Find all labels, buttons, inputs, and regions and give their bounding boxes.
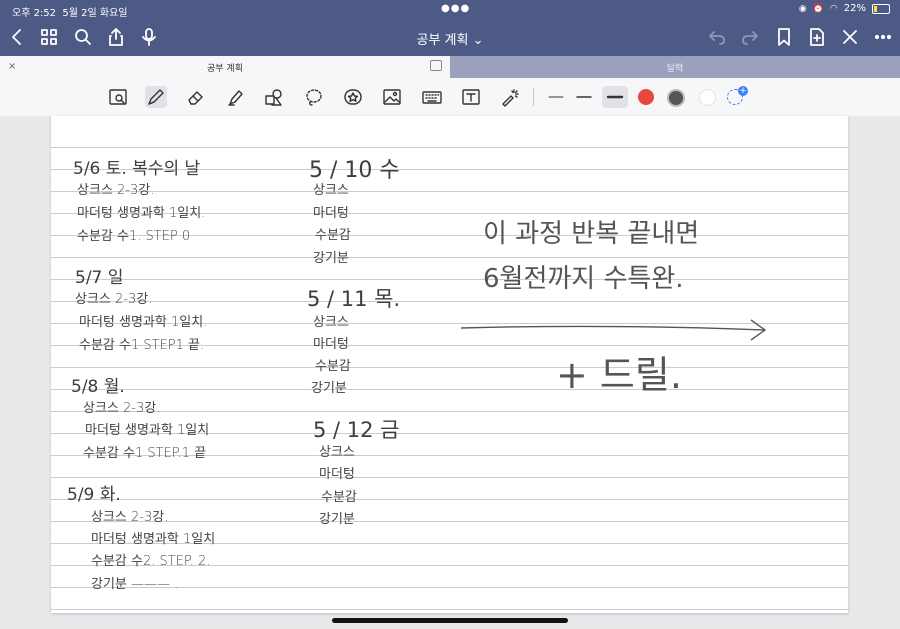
note-line: 마더텅 (313, 206, 349, 221)
battery-icon (872, 3, 890, 14)
split-view-icon[interactable] (430, 60, 442, 71)
note-line: 마더텅 생명과학 1일치 (91, 532, 216, 547)
note-line: 상크스 (319, 445, 355, 460)
eraser-icon[interactable] (185, 86, 207, 108)
note-line: 수분감 (315, 228, 351, 243)
sticker-icon[interactable] (342, 86, 364, 108)
status-bar: 오후 2:52 5월 2일 화요일 ●●● ◉ ⏰ ◠ 22% (0, 0, 900, 20)
note-date-heading: 5/8 월. (71, 377, 125, 397)
alarm-icon: ⏰ (812, 3, 824, 14)
home-indicator[interactable] (332, 618, 568, 623)
laser-pointer-icon[interactable] (499, 86, 521, 108)
stroke-thick-icon[interactable] (602, 86, 628, 108)
close-editing-icon[interactable] (839, 26, 861, 48)
toolbar-separator (533, 88, 534, 106)
note-line: 마더텅 (313, 337, 349, 352)
stroke-thin-icon[interactable] (545, 86, 567, 108)
note-date-heading: 5/6 토. 복수의 날 (73, 159, 201, 179)
status-right: ◉ ⏰ ◠ 22% (799, 3, 890, 14)
keyboard-icon[interactable] (421, 86, 443, 108)
note-line: 상크스 2-3강. (77, 183, 155, 198)
more-options-icon[interactable] (872, 26, 894, 48)
note-line: 수분감 (321, 490, 357, 505)
document-tabs: × 공부 계획 달력 (0, 54, 900, 78)
note-line: 수분감 수1. STEP 0 (77, 229, 191, 244)
note-line: 강기분 (313, 251, 349, 266)
note-line: 마더텅 (319, 467, 355, 482)
color-white-swatch[interactable] (699, 89, 716, 106)
note-line: 상크스 2-3강. (91, 510, 169, 525)
tab-study-plan[interactable]: × 공부 계획 (0, 56, 450, 78)
note-summary-line: 6월전까지 수특완. (483, 264, 684, 294)
note-page[interactable]: 5/6 토. 복수의 날 상크스 2-3강. 마더텅 생명과학 1일치. 수분감… (51, 116, 848, 613)
lasso-icon[interactable] (303, 86, 325, 108)
pen-icon[interactable] (145, 86, 167, 108)
note-date-heading: 5 / 11 목. (307, 287, 401, 311)
note-line: 상크스 (313, 315, 349, 330)
tab-label: 달력 (666, 63, 684, 74)
drawing-toolbar (0, 78, 900, 117)
battery-percent: 22% (843, 3, 866, 14)
note-line: 상크스 2-3강. (75, 292, 153, 307)
note-date-heading: 5/7 일 (75, 268, 124, 288)
tab-calendar[interactable]: 달력 (450, 56, 900, 78)
lasso-ocr-icon[interactable] (107, 86, 129, 108)
redo-icon[interactable] (739, 26, 761, 48)
image-icon[interactable] (381, 86, 403, 108)
top-navigation-bar: 공부 계획 ⌄ (0, 20, 900, 54)
color-red-swatch[interactable] (638, 89, 654, 105)
note-summary-line: + 드릴. (556, 353, 682, 397)
note-line: 마더텅 생명과학 1일치. (77, 206, 206, 221)
stroke-medium-icon[interactable] (573, 86, 595, 108)
bookmark-icon[interactable] (773, 26, 795, 48)
close-tab-icon[interactable]: × (8, 61, 16, 72)
note-line: 상크스 2-3강. (83, 401, 161, 416)
note-line: 수분감 수1 STEP.1 끝 (83, 446, 207, 461)
note-line: 수분감 수2. STEP. 2. (91, 554, 211, 569)
text-icon[interactable] (460, 86, 482, 108)
note-date-heading: 5/9 화. (67, 485, 121, 505)
shapes-icon[interactable] (263, 86, 285, 108)
status-date: 5월 2일 화요일 (62, 8, 128, 19)
tab-label: 공부 계획 (207, 63, 243, 74)
add-color-plus-icon[interactable]: + (738, 86, 748, 96)
note-date-heading: 5 / 12 금 (313, 418, 400, 442)
screen-record-icon: ◉ (798, 3, 807, 14)
status-time-date: 오후 2:52 5월 2일 화요일 (12, 4, 128, 19)
note-line: 강기분 ——— . (91, 577, 179, 592)
wifi-icon: ◠ (829, 3, 838, 14)
note-line: 상크스 (313, 183, 349, 198)
multitask-dots-icon[interactable]: ●●● (441, 3, 470, 14)
note-line: 강기분 (319, 512, 355, 527)
note-line: 수분감 수1 STEP1 끝. (79, 338, 205, 353)
note-line: 강기분 (311, 381, 347, 396)
note-line: 수분감 (315, 359, 351, 374)
status-time: 오후 2:52 (12, 8, 57, 19)
color-dark-swatch[interactable] (667, 89, 685, 107)
highlighter-icon[interactable] (225, 86, 247, 108)
note-line: 마더텅 생명과학 1일치 (85, 423, 210, 438)
document-title[interactable]: 공부 계획 ⌄ (0, 29, 900, 48)
undo-icon[interactable] (706, 26, 728, 48)
note-summary-line: 이 과정 반복 끝내면 (483, 219, 700, 249)
note-line: 마더텅 생명과학 1일치. (79, 315, 208, 330)
add-page-icon[interactable] (806, 26, 828, 48)
handwritten-arrow-icon (460, 319, 767, 341)
